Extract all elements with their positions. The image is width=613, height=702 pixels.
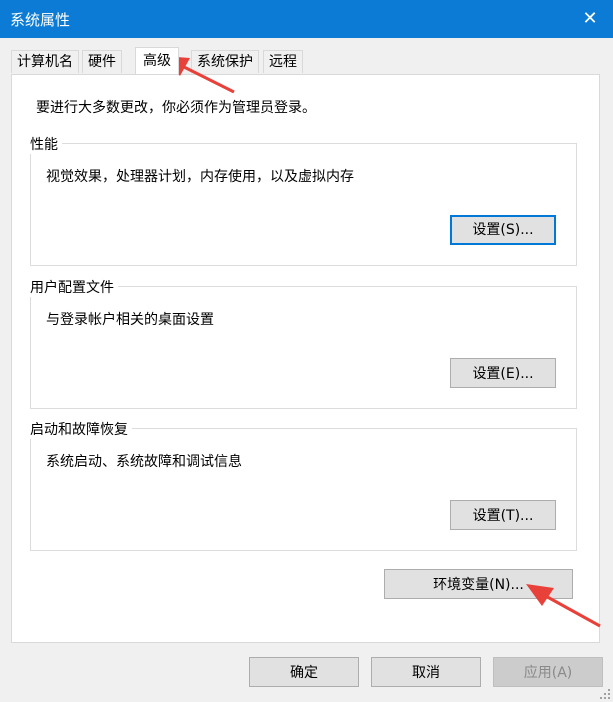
environment-variables-button[interactable]: 环境变量(N)... (384, 569, 573, 599)
tab-hardware[interactable]: 硬件 (82, 50, 122, 73)
user-profiles-title: 用户配置文件 (26, 277, 118, 297)
user-profiles-settings-button[interactable]: 设置(E)... (450, 358, 556, 388)
performance-settings-button[interactable]: 设置(S)... (450, 215, 556, 245)
cancel-button[interactable]: 取消 (371, 657, 481, 687)
performance-title: 性能 (26, 134, 62, 154)
close-icon[interactable]: ✕ (567, 0, 613, 38)
advanced-tab-panel: 要进行大多数更改，你必须作为管理员登录。 性能 视觉效果，处理器计划，内存使用，… (11, 74, 600, 643)
user-profiles-description: 与登录帐户相关的桌面设置 (46, 312, 214, 328)
apply-button[interactable]: 应用(A) (493, 657, 603, 687)
window-title: 系统属性 (10, 11, 71, 29)
title-bar[interactable]: 系统属性 ✕ (0, 0, 613, 38)
resize-grip-icon[interactable] (599, 688, 611, 700)
ok-button[interactable]: 确定 (249, 657, 359, 687)
admin-note: 要进行大多数更改，你必须作为管理员登录。 (36, 100, 316, 116)
startup-recovery-settings-button[interactable]: 设置(T)... (450, 500, 556, 530)
user-profiles-group: 用户配置文件 与登录帐户相关的桌面设置 设置(E)... (26, 277, 577, 409)
startup-recovery-group: 启动和故障恢复 系统启动、系统故障和调试信息 设置(T)... (26, 419, 577, 551)
dialog-client: 计算机名 硬件 高级 系统保护 远程 要进行大多数更改，你必须作为管理员登录。 … (0, 38, 613, 702)
startup-recovery-description: 系统启动、系统故障和调试信息 (46, 454, 242, 470)
startup-recovery-title: 启动和故障恢复 (26, 419, 132, 439)
tab-remote[interactable]: 远程 (263, 50, 303, 73)
performance-group: 性能 视觉效果，处理器计划，内存使用，以及虚拟内存 设置(S)... (26, 134, 577, 266)
tab-advanced[interactable]: 高级 (135, 47, 179, 74)
performance-description: 视觉效果，处理器计划，内存使用，以及虚拟内存 (46, 169, 354, 185)
tab-computer-name[interactable]: 计算机名 (11, 50, 79, 73)
tab-system-protection[interactable]: 系统保护 (191, 50, 259, 73)
